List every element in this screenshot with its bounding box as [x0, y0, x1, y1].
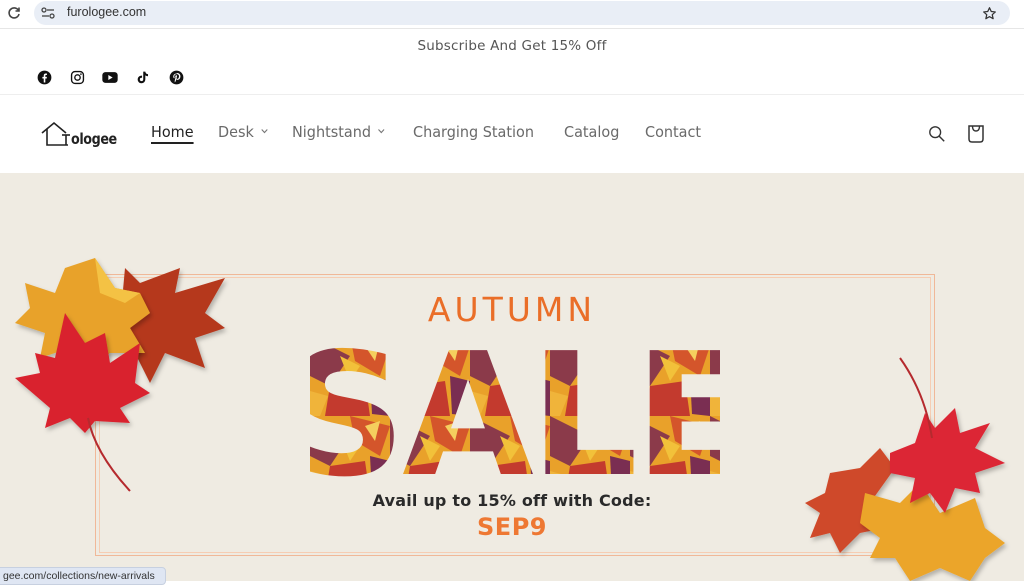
announcement-text: Subscribe And Get 15% Off: [417, 38, 607, 54]
nav-nightstand[interactable]: Nightstand: [292, 123, 385, 141]
nav-label: Home: [151, 123, 194, 141]
maple-leaves-left-icon: [15, 258, 225, 492]
house-logo-icon: [41, 121, 70, 146]
browser-toolbar: furologee.com: [0, 0, 1024, 29]
logo-text: ologee: [71, 130, 117, 148]
header-actions: [927, 123, 986, 145]
link-status-bubble: gee.com/collections/new-arrivals: [0, 567, 166, 585]
pinterest-icon[interactable]: [168, 69, 184, 85]
nav-label: Contact: [644, 123, 701, 141]
nav-contact[interactable]: Contact: [645, 123, 701, 141]
announcement-bar: Subscribe And Get 15% Off: [0, 30, 1024, 62]
nav-label: Nightstand: [292, 123, 372, 141]
instagram-icon[interactable]: [69, 69, 85, 85]
bookmark-star-icon[interactable]: [980, 4, 998, 22]
nav-catalog[interactable]: Catalog: [564, 123, 619, 141]
youtube-icon[interactable]: [102, 69, 118, 85]
main-nav: Home Desk Nightstand Charging Station Ca…: [151, 123, 705, 141]
hero-banner[interactable]: AUTUMN SALE Avail up to 1: [0, 173, 1024, 581]
nav-label: Desk: [217, 123, 254, 141]
reload-icon[interactable]: [6, 5, 22, 21]
site-header: ologee Home Desk Nightstand Charging Sta…: [0, 95, 1024, 173]
search-icon[interactable]: [927, 123, 947, 145]
tiktok-icon[interactable]: [135, 69, 151, 85]
nav-desk[interactable]: Desk: [218, 123, 268, 141]
cart-icon[interactable]: [966, 123, 986, 145]
address-bar[interactable]: furologee.com: [34, 1, 1010, 25]
logo[interactable]: ologee: [40, 121, 120, 151]
nav-charging-station[interactable]: Charging Station: [413, 123, 534, 141]
social-links: [36, 66, 184, 88]
chevron-down-icon: [260, 128, 268, 136]
nav-label: Catalog: [564, 123, 620, 141]
facebook-icon[interactable]: [36, 69, 52, 85]
site-settings-icon[interactable]: [40, 5, 56, 21]
hero-headline: SALE: [310, 336, 720, 486]
chevron-down-icon: [378, 128, 385, 136]
url-text[interactable]: furologee.com: [67, 5, 146, 19]
nav-home[interactable]: Home: [151, 123, 194, 141]
nav-label: Charging Station: [413, 123, 535, 141]
maple-leaves-right-icon: [805, 357, 1005, 581]
